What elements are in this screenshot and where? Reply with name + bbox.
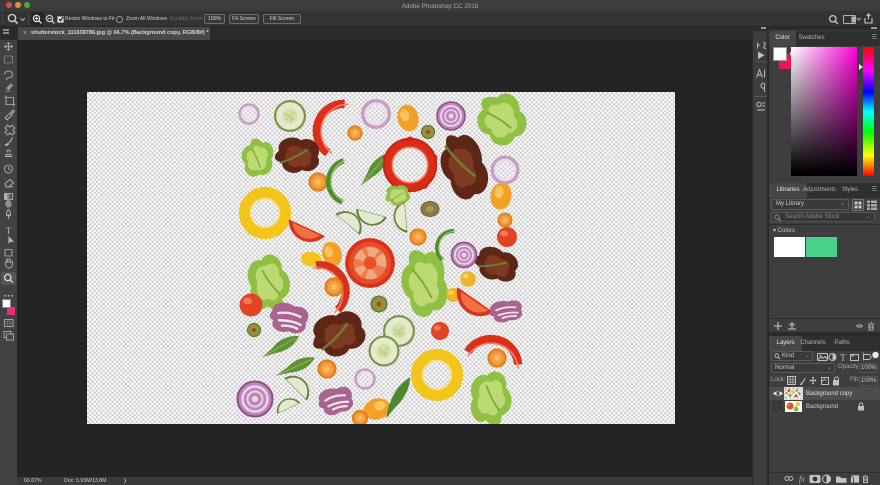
svg-text:fx: fx — [799, 475, 805, 484]
svg-text:T: T — [6, 226, 12, 236]
svg-text:T: T — [840, 353, 846, 363]
